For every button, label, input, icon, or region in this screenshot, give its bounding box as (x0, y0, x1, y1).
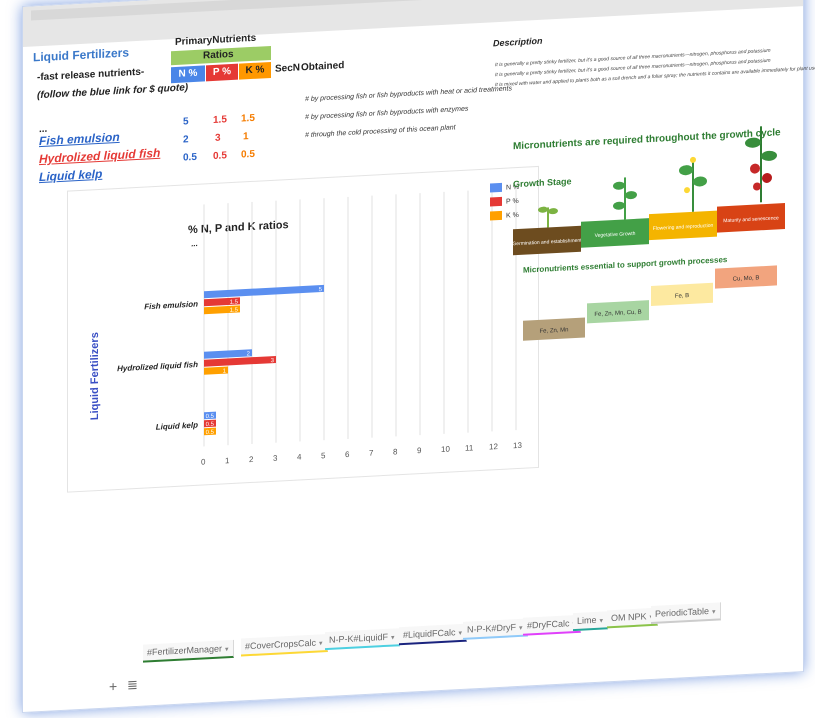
sheet-tab-label: #LiquidFCalc (403, 626, 456, 640)
follow-link-note: (follow the blue link for $ quote) (37, 82, 189, 102)
bar-n (204, 349, 252, 359)
chart-y-axis-label: Liquid Fertilizers (89, 332, 101, 421)
sheet-tab-bar: #FertilizerManager ▾ #CoverCropsCalc ▾ N-P-K… (143, 602, 793, 667)
x-tick-label: 13 (513, 441, 522, 450)
sheet-tab-label: Lime (577, 614, 597, 626)
sheet-tab-label: #CoverCropsCalc (245, 637, 317, 651)
sheet-tab-label: PeriodicTable (655, 605, 710, 619)
value-k: 1.5 (241, 112, 255, 125)
x-tick-label: 10 (441, 445, 450, 454)
bar-data-label: 0.5 (206, 422, 215, 428)
sheet-tab[interactable]: #LiquidFCalc ▾ (399, 623, 468, 645)
x-tick-label: 6 (345, 450, 350, 459)
bar-n (204, 284, 324, 299)
all-sheets-icon[interactable]: ≣ (127, 677, 138, 694)
bar-data-label: 0.5 (206, 414, 215, 420)
sheet-tab[interactable]: N-P-K#LiquidF ▾ (325, 628, 400, 651)
obtained-note: # by processing fish or fish byproducts … (305, 105, 469, 122)
sheet-title: Liquid Fertilizers (33, 45, 130, 65)
value-p: 1.5 (213, 114, 227, 126)
category-label: ... (191, 239, 198, 248)
add-sheet-icon[interactable]: + (109, 678, 117, 694)
value-p: 0.5 (213, 150, 227, 162)
sheet-tab-label: #DryFCalc (527, 617, 570, 631)
sheet-tab[interactable]: PeriodicTable ▾ (651, 602, 721, 625)
sheet-tab-label: #FertilizerManager (147, 643, 223, 658)
sheet-tab-label: N-P-K#DryF (467, 622, 516, 635)
product-link-fish-emulsion[interactable]: Fish emulsion (39, 130, 120, 148)
screenshot-stage: Liquid Fertilizers PrimaryNutrients Rati… (0, 0, 815, 718)
micronutrient-infographic: Micronutrients are required throughout t… (493, 107, 793, 373)
x-tick-label: 3 (273, 454, 278, 463)
x-tick-label: 9 (417, 446, 422, 455)
col-header-k: K % (239, 61, 271, 80)
growth-stage-label: Growth Stage (513, 176, 571, 189)
tab-dropdown-icon[interactable]: ▾ (600, 618, 604, 625)
col-header-n: N % (171, 65, 205, 84)
infographic-title: Micronutrients are required throughout t… (513, 127, 781, 152)
plant-stage-2 (613, 177, 637, 220)
x-tick-label: 8 (393, 447, 398, 456)
sheet-tab-label: OM NPK (611, 610, 647, 623)
chart-title: % N, P and K ratios (188, 219, 289, 236)
sheet-tab[interactable]: Lime ▾ (573, 611, 609, 632)
plant-stage-3 (679, 156, 707, 212)
value-n: 0.5 (183, 151, 197, 164)
tab-dropdown-icon[interactable]: ▾ (712, 609, 716, 616)
bar-data-label: 1.5 (230, 299, 239, 305)
x-tick-label: 7 (369, 449, 374, 458)
product-link-liquid-kelp[interactable]: Liquid kelp (39, 167, 102, 184)
x-tick-label: 2 (249, 455, 254, 464)
bar-data-label: 0.5 (206, 430, 215, 436)
col-header-obtained: Obtained (301, 60, 345, 74)
npk-ratio-chart[interactable]: % N, P and K ratios Liquid Fertilizers 0 1 2… (67, 165, 539, 493)
x-tick-label: 4 (297, 452, 302, 461)
sheet-tab[interactable]: #CoverCropsCalc ▾ (241, 633, 328, 657)
ratios-header: Ratios (203, 48, 234, 62)
value-p: 3 (215, 132, 221, 144)
sheet-tab[interactable]: #FertilizerManager ▾ (143, 639, 234, 663)
infographic-svg: Micronutrients are required throughout t… (512, 126, 785, 341)
obtained-note: # by processing fish or fish byproducts … (305, 85, 512, 104)
obtained-note: # through the cold processing of this oc… (305, 124, 456, 140)
sheet-tab[interactable]: N-P-K#DryF ▾ (463, 618, 528, 640)
category-label: Liquid kelp (156, 421, 198, 432)
value-n: 2 (183, 134, 189, 146)
x-tick-label: 5 (321, 451, 326, 460)
value-k: 1 (243, 131, 249, 143)
bar-data-label: 1.5 (230, 307, 239, 313)
x-tick-label: 11 (465, 443, 474, 452)
micro-label: Fe, B (675, 293, 689, 300)
col-header-secn: SecN (275, 62, 301, 75)
micro-bars: Fe, Zn, MnFe, Zn, Mn, Cu, BFe, BCu, Mo, … (523, 265, 777, 341)
col-header-description: Description (493, 35, 543, 49)
micronutrients-label: Micronutrients essential to support grow… (523, 255, 728, 275)
x-tick-label: 1 (225, 456, 230, 465)
value-k: 0.5 (241, 148, 255, 161)
spreadsheet-window: Liquid Fertilizers PrimaryNutrients Rati… (22, 0, 815, 714)
col-header-p: P % (206, 63, 238, 82)
tab-dropdown-icon[interactable]: ▾ (459, 629, 463, 636)
tab-dropdown-icon[interactable]: ▾ (391, 634, 395, 641)
value-n: 5 (183, 116, 189, 128)
category-label: Hydrolized liquid fish (117, 360, 198, 373)
tab-dropdown-icon[interactable]: ▾ (519, 625, 523, 632)
x-tick-label: 12 (489, 442, 498, 451)
category-label: Fish emulsion (144, 300, 198, 312)
tab-dropdown-icon[interactable]: ▾ (225, 646, 229, 653)
plant-stage-1 (538, 206, 558, 228)
chart-svg: % N, P and K ratiosLiquid Fertilizers0 1 2… (89, 182, 522, 467)
x-tick-label: 0 (201, 457, 206, 466)
product-link-hydrolized-fish[interactable]: Hydrolized liquid fish (39, 146, 160, 166)
tab-dropdown-icon[interactable]: ▾ (319, 640, 323, 647)
fast-release-label: -fast release nutrients- (37, 66, 145, 84)
sheet-tab-label: N-P-K#LiquidF (329, 631, 389, 645)
